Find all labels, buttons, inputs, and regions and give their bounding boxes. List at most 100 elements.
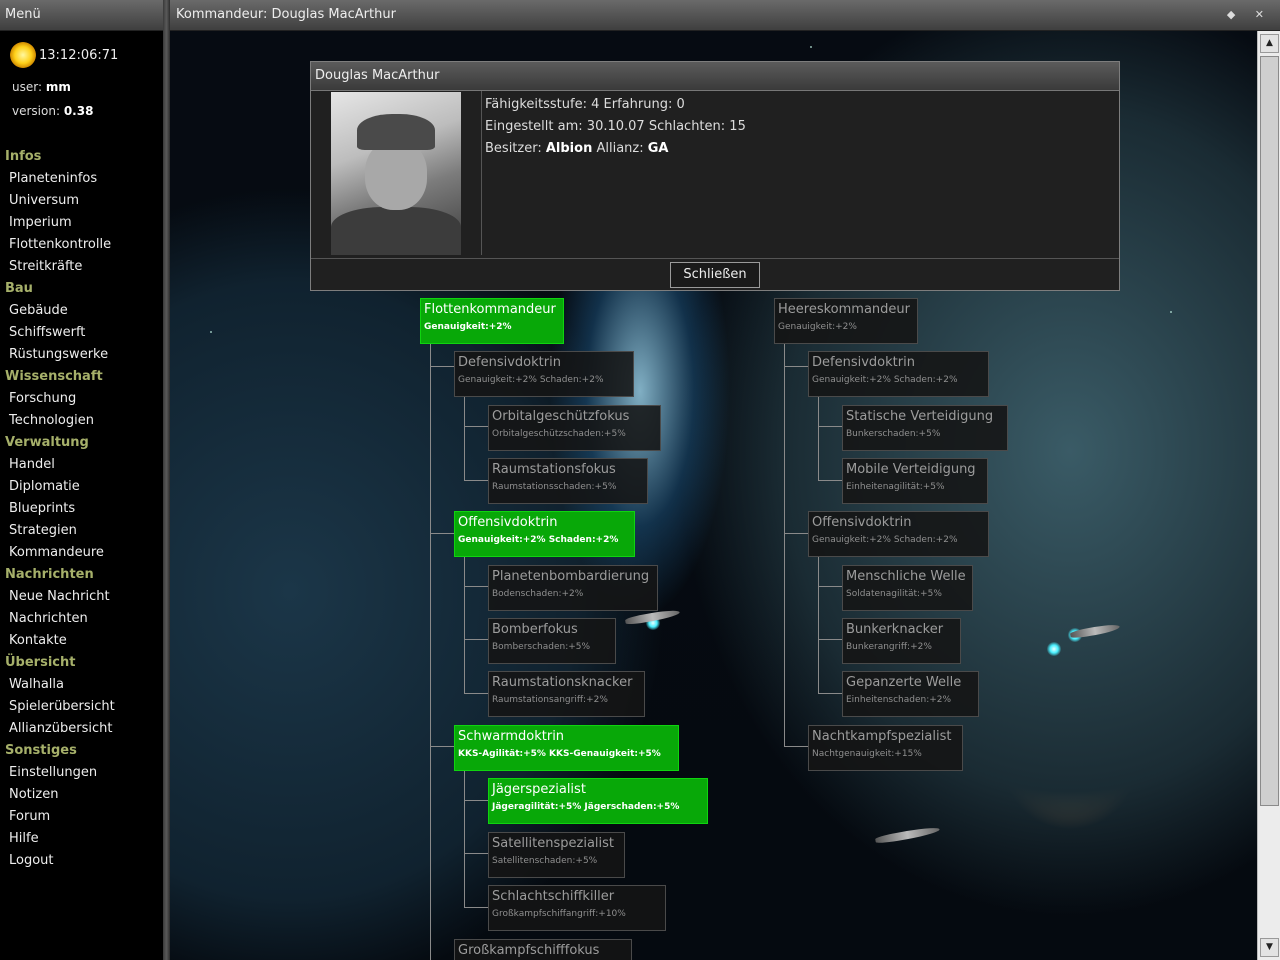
menu-item[interactable]: Hilfe xyxy=(0,828,163,850)
skill-node-orbitalgeschuetzfokus[interactable]: Orbitalgeschützfokus Orbitalgeschützschad… xyxy=(488,405,661,451)
skill-desc: Orbitalgeschützschaden:+5% xyxy=(492,429,626,439)
skill-node-army-defensivdoktrin[interactable]: Defensivdoktrin Genauigkeit:+2% Schaden:+… xyxy=(808,351,989,397)
tree-connector xyxy=(818,480,843,481)
skill-node-nachtkampfspezialist[interactable]: Nachtkampfspezialist Nachtgenauigkeit:+15… xyxy=(808,725,963,771)
menu-category: Verwaltung xyxy=(5,435,89,450)
skill-node-bomberfokus[interactable]: Bomberfokus Bomberschaden:+5% xyxy=(488,618,616,664)
version-label: version: xyxy=(12,104,60,118)
menu-item[interactable]: Schiffswerft xyxy=(0,322,163,344)
tree-connector xyxy=(464,907,489,908)
menu-item[interactable]: Logout xyxy=(0,850,163,872)
skill-node-fleet-offensivdoktrin[interactable]: Offensivdoktrin Genauigkeit:+2% Schaden:+… xyxy=(454,511,635,557)
menu-item[interactable]: Planeteninfos xyxy=(0,168,163,190)
menu-item[interactable]: Handel xyxy=(0,454,163,476)
skill-node-fleet-defensivdoktrin[interactable]: Defensivdoktrin Genauigkeit:+2% Schaden:+… xyxy=(454,351,634,397)
skill-level-label: Fähigkeitsstufe: xyxy=(485,97,587,112)
skill-title: Offensivdoktrin xyxy=(458,515,558,530)
close-button[interactable]: Schließen xyxy=(670,262,760,288)
menu-item[interactable]: Strategien xyxy=(0,520,163,542)
skill-node-raumstationsfokus[interactable]: Raumstationsfokus Raumstationsschaden:+5% xyxy=(488,458,648,504)
menu-item[interactable]: Technologien xyxy=(0,410,163,432)
menu-item[interactable]: Allianzübersicht xyxy=(0,718,163,740)
menu-item[interactable]: Forschung xyxy=(0,388,163,410)
menu-item[interactable]: Gebäude xyxy=(0,300,163,322)
tree-connector xyxy=(464,480,489,481)
skill-title: Raumstationsknacker xyxy=(492,675,633,690)
skill-title: Raumstationsfokus xyxy=(492,462,616,477)
menu-item[interactable]: Streitkräfte xyxy=(0,256,163,278)
skill-desc: Genauigkeit:+2% Schaden:+2% xyxy=(458,535,619,545)
menu-item[interactable]: Neue Nachricht xyxy=(0,586,163,608)
skill-desc: Raumstationsangriff:+2% xyxy=(492,695,608,705)
menu-item[interactable]: Kontakte xyxy=(0,630,163,652)
tree-connector xyxy=(818,557,819,693)
commander-portrait xyxy=(331,92,461,255)
tree-connector xyxy=(784,344,785,746)
menu-item[interactable]: Flottenkontrolle xyxy=(0,234,163,256)
menu-category: Bau xyxy=(5,281,33,296)
skill-desc: Nachtgenauigkeit:+15% xyxy=(812,749,922,759)
skill-node-heereskommandeur[interactable]: Heereskommandeur Genauigkeit:+2% xyxy=(774,298,918,344)
tree-connector xyxy=(818,586,843,587)
skill-desc: Einheitenagilität:+5% xyxy=(846,482,945,492)
skill-node-planetenbombardierung[interactable]: Planetenbombardierung Bodenschaden:+2% xyxy=(488,565,658,611)
skill-title: Jägerspezialist xyxy=(492,782,586,797)
menu-item[interactable]: Nachrichten xyxy=(0,608,163,630)
space-background: Flottenkommandeur Genauigkeit:+2% Defensi… xyxy=(170,31,1258,960)
skill-node-grosskampfschifffokus[interactable]: Großkampfschifffokus xyxy=(454,939,632,960)
scrollbar-thumb[interactable] xyxy=(1260,56,1279,806)
tree-connector xyxy=(818,426,843,427)
skill-title: Planetenbombardierung xyxy=(492,569,650,584)
menu-item[interactable]: Kommandeure xyxy=(0,542,163,564)
skill-desc: KKS-Agilität:+5% KKS-Genauigkeit:+5% xyxy=(458,749,661,759)
hired-battles-row: Eingestellt am: 30.10.07 Schlachten: 15 xyxy=(485,116,746,138)
dialog-footer: Schließen xyxy=(311,258,1119,291)
portrait-coat xyxy=(331,207,461,255)
window-controls-icon[interactable]: ◆ ✕ xyxy=(1227,0,1272,30)
experience-label: Erfahrung: xyxy=(603,97,673,112)
menu-item[interactable]: Imperium xyxy=(0,212,163,234)
menu-item[interactable]: Spielerübersicht xyxy=(0,696,163,718)
skill-title: Orbitalgeschützfokus xyxy=(492,409,630,424)
menu-item[interactable]: Blueprints xyxy=(0,498,163,520)
skill-title: Offensivdoktrin xyxy=(812,515,912,530)
skill-node-flottenkommandeur[interactable]: Flottenkommandeur Genauigkeit:+2% xyxy=(420,298,564,344)
skill-title: Statische Verteidigung xyxy=(846,409,994,424)
scroll-down-icon[interactable]: ▼ xyxy=(1260,938,1279,957)
spaceship xyxy=(1069,622,1121,640)
menu-item[interactable]: Rüstungswerke xyxy=(0,344,163,366)
skill-node-mobile-verteidigung[interactable]: Mobile Verteidigung Einheitenagilität:+5% xyxy=(842,458,988,504)
menu-item[interactable]: Notizen xyxy=(0,784,163,806)
skill-node-satellitenspezialist[interactable]: Satellitenspezialist Satellitenschaden:+5… xyxy=(488,832,625,878)
portrait-cap xyxy=(357,114,435,150)
skill-desc: Genauigkeit:+2% xyxy=(424,322,512,332)
version-value: 0.38 xyxy=(63,104,94,118)
scroll-up-icon[interactable]: ▲ xyxy=(1260,34,1279,53)
menu-item[interactable]: Einstellungen xyxy=(0,762,163,784)
battles-label: Schlachten: xyxy=(648,119,726,134)
vertical-scrollbar[interactable]: ▲ ▼ xyxy=(1257,31,1280,960)
skill-node-statische-verteidigung[interactable]: Statische Verteidigung Bunkerschaden:+5% xyxy=(842,405,1008,451)
skill-node-jaegerspezialist[interactable]: Jägerspezialist Jägeragilität:+5% Jägersc… xyxy=(488,778,708,824)
skill-desc: Genauigkeit:+2% xyxy=(778,322,857,332)
skill-node-army-offensivdoktrin[interactable]: Offensivdoktrin Genauigkeit:+2% Schaden:+… xyxy=(808,511,989,557)
menu-item[interactable]: Walhalla xyxy=(0,674,163,696)
skill-desc: Bunkerschaden:+5% xyxy=(846,429,941,439)
engine-glow xyxy=(1047,642,1061,656)
sidebar-splitter[interactable] xyxy=(163,0,170,960)
sidebar-title: Menü xyxy=(0,0,163,31)
menu-item[interactable]: Forum xyxy=(0,806,163,828)
skill-node-menschliche-welle[interactable]: Menschliche Welle Soldatenagilität:+5% xyxy=(842,565,973,611)
skill-node-schwarmdoktrin[interactable]: Schwarmdoktrin KKS-Agilität:+5% KKS-Genau… xyxy=(454,725,679,771)
skill-node-schlachtschiffkiller[interactable]: Schlachtschiffkiller Großkampfschiffangri… xyxy=(488,885,666,931)
skill-node-gepanzerte-welle[interactable]: Gepanzerte Welle Einheitenschaden:+2% xyxy=(842,671,979,717)
star xyxy=(210,331,212,333)
dialog-title: Douglas MacArthur xyxy=(311,62,1119,91)
clock: 13:12:06:71 xyxy=(39,47,119,63)
skill-node-raumstationsknacker[interactable]: Raumstationsknacker Raumstationsangriff:+… xyxy=(488,671,645,717)
skill-node-bunkerknacker[interactable]: Bunkerknacker Bunkerangriff:+2% xyxy=(842,618,961,664)
tree-connector xyxy=(464,800,489,801)
menu-item[interactable]: Diplomatie xyxy=(0,476,163,498)
menu-item[interactable]: Universum xyxy=(0,190,163,212)
version-row: version: 0.38 xyxy=(12,104,93,118)
